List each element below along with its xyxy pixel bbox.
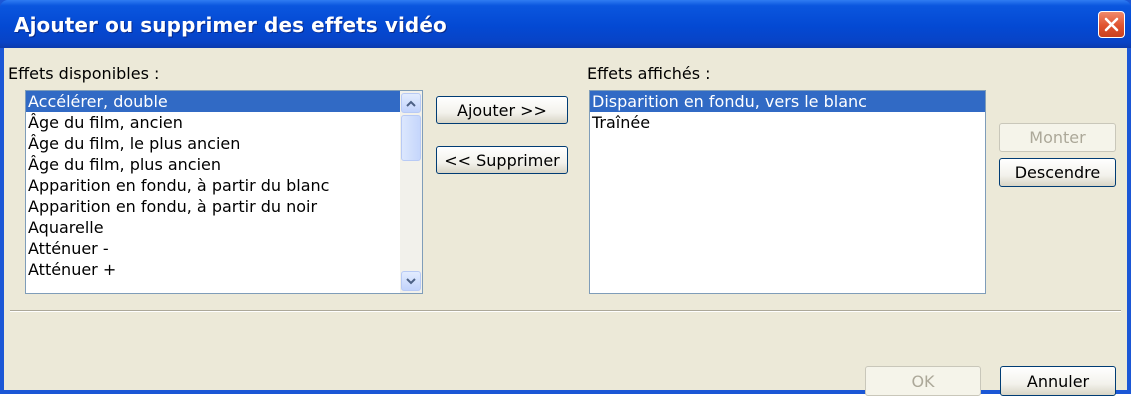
remove-button[interactable]: << Supprimer — [436, 146, 568, 174]
list-item[interactable]: Traînée — [590, 112, 985, 133]
list-item[interactable]: Âge du film, plus ancien — [26, 154, 422, 175]
title-bar[interactable]: Ajouter ou supprimer des effets vidéo — [0, 0, 1131, 48]
displayed-effects-list[interactable]: Disparition en fondu, vers le blanc Traîn… — [589, 90, 986, 294]
list-item[interactable]: Aquarelle — [26, 217, 422, 238]
list-item[interactable]: Accélérer, double — [26, 91, 422, 112]
displayed-items-container: Disparition en fondu, vers le blanc Traîn… — [590, 91, 985, 133]
scroll-up-arrow-icon — [406, 100, 416, 107]
close-icon — [1104, 17, 1119, 32]
close-button[interactable] — [1098, 11, 1125, 38]
list-item[interactable]: Âge du film, ancien — [26, 112, 422, 133]
scroll-thumb[interactable] — [401, 115, 421, 161]
list-item[interactable]: Apparition en fondu, à partir du blanc — [26, 175, 422, 196]
separator — [10, 310, 1121, 312]
scroll-up-button[interactable] — [401, 93, 421, 113]
available-list-scrollbar[interactable] — [400, 91, 422, 293]
move-down-button[interactable]: Descendre — [999, 158, 1116, 187]
list-item[interactable]: Atténuer + — [26, 259, 422, 280]
add-button[interactable]: Ajouter >> — [436, 96, 568, 124]
list-item[interactable]: Atténuer - — [26, 238, 422, 259]
list-item[interactable]: Âge du film, le plus ancien — [26, 133, 422, 154]
dialog-body: Effets disponibles : Accélérer, double Âg… — [4, 48, 1127, 396]
move-up-button[interactable]: Monter — [999, 123, 1116, 152]
displayed-effects-label: Effets affichés : — [587, 64, 711, 83]
available-effects-label: Effets disponibles : — [8, 64, 160, 83]
cancel-button[interactable]: Annuler — [1000, 366, 1116, 396]
scroll-down-button[interactable] — [401, 271, 421, 291]
available-effects-list[interactable]: Accélérer, double Âge du film, ancien Âge … — [25, 90, 423, 294]
scroll-down-arrow-icon — [406, 277, 416, 284]
list-item[interactable]: Apparition en fondu, à partir du noir — [26, 196, 422, 217]
list-item[interactable]: Disparition en fondu, vers le blanc — [590, 91, 985, 112]
available-items-container: Accélérer, double Âge du film, ancien Âge … — [26, 91, 422, 280]
ok-button[interactable]: OK — [865, 366, 981, 396]
dialog-window: Ajouter ou supprimer des effets vidéo Ef… — [0, 0, 1131, 396]
dialog-title: Ajouter ou supprimer des effets vidéo — [14, 13, 447, 37]
